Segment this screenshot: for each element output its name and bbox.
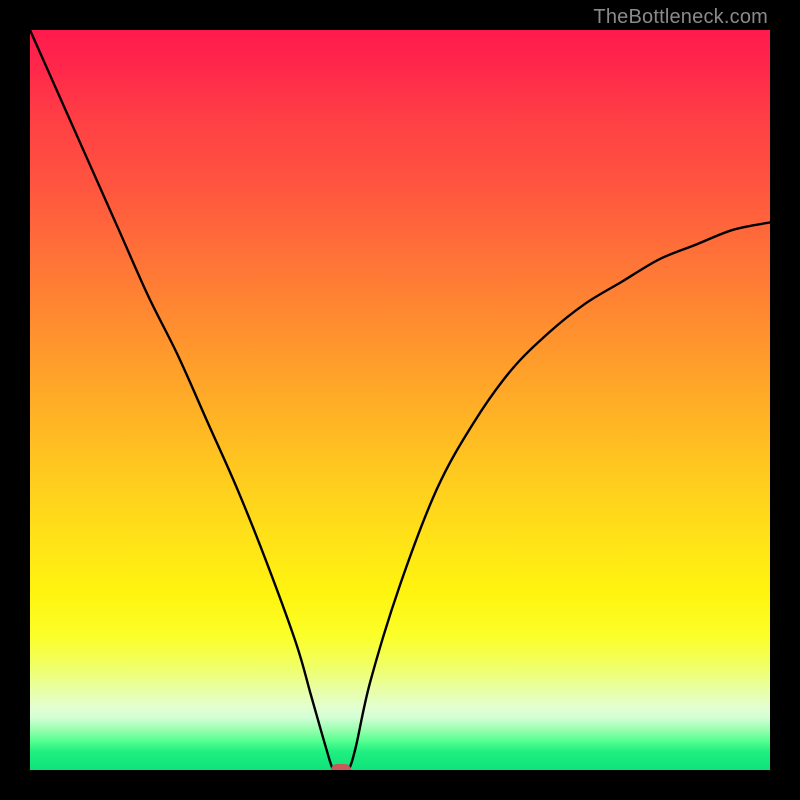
- optimal-marker: [331, 764, 351, 770]
- plot-area: [30, 30, 770, 770]
- chart-frame: TheBottleneck.com: [0, 0, 800, 800]
- curve-svg: [30, 30, 770, 770]
- bottleneck-curve-path: [30, 30, 770, 770]
- watermark-text: TheBottleneck.com: [593, 6, 768, 29]
